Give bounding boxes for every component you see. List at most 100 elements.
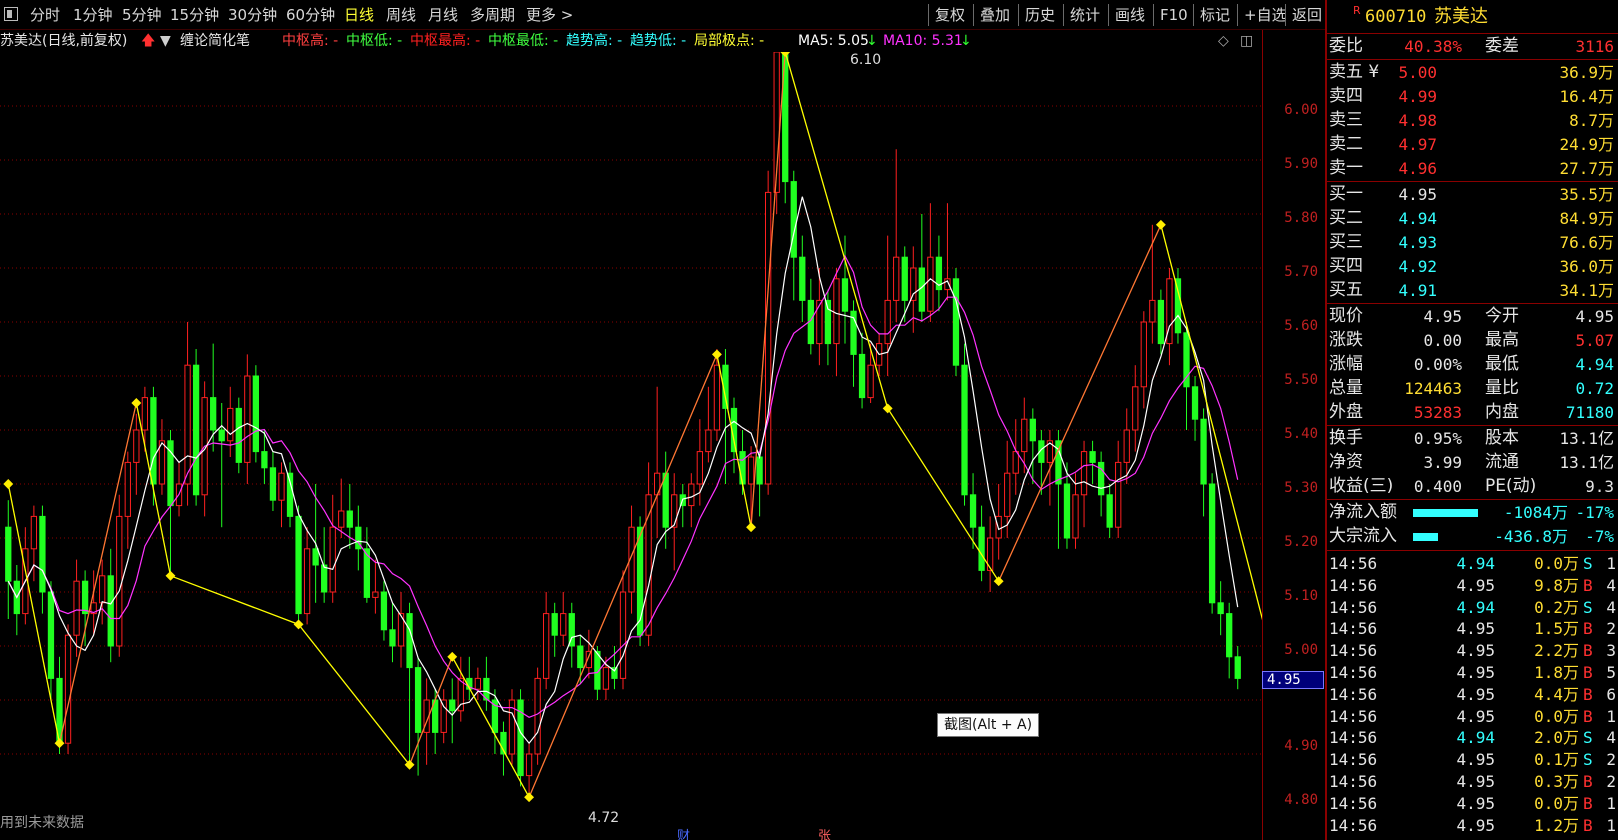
- candle-body: [1132, 386, 1139, 431]
- period-tab-5min[interactable]: 5分钟: [122, 4, 162, 26]
- stat-row: 总量 124463 量比 0.72: [1327, 377, 1618, 400]
- period-tab-30min[interactable]: 30分钟: [228, 4, 277, 26]
- tick-volume: 0.0万: [1534, 554, 1579, 573]
- stat-row: 涨跌 0.00 最高 5.07: [1327, 329, 1618, 352]
- period-tab-weekly[interactable]: 周线: [386, 4, 416, 26]
- tool-mark-button[interactable]: 标记: [1193, 4, 1230, 26]
- period-tab-multi[interactable]: 多周期: [470, 4, 515, 26]
- ask-row[interactable]: 卖四 4.99 16.4万: [1327, 85, 1618, 108]
- tick-row[interactable]: 14:56 4.95 2.2万 B 3: [1327, 640, 1618, 662]
- tool-add-watchlist-button[interactable]: +自选: [1237, 4, 1287, 26]
- candle-series: [5, 52, 1241, 798]
- tick-row[interactable]: 14:56 4.95 1.8万 B 5: [1327, 662, 1618, 684]
- up-arrow-icon[interactable]: 🡅: [141, 32, 155, 50]
- ask-row[interactable]: 卖二 4.97 24.9万: [1327, 133, 1618, 156]
- tick-row[interactable]: 14:56 4.95 0.1万 S 2: [1327, 749, 1618, 771]
- stat-label: 流通: [1485, 452, 1519, 472]
- flow-percent: -17%: [1575, 503, 1614, 522]
- candle-body: [30, 515, 38, 550]
- field-zhongshu-low: 中枢低: -: [346, 33, 403, 49]
- ask-label: 卖一: [1329, 158, 1363, 178]
- period-tab-fenshi[interactable]: 分时: [30, 4, 60, 26]
- financial-event-marker[interactable]: 财: [677, 829, 690, 840]
- kline-chart[interactable]: 6.10 4.72 用到未来数据 财 张: [0, 52, 1262, 840]
- panel-toggle-icon[interactable]: ◫: [1240, 32, 1253, 50]
- stat-label: 最低: [1485, 354, 1519, 374]
- tick-volume: 4.4万: [1534, 684, 1579, 704]
- flow-row: 净流入额 -1084万 -17%: [1327, 501, 1618, 524]
- candle-body: [867, 364, 874, 399]
- period-tab-monthly[interactable]: 月线: [428, 4, 458, 26]
- tick-row[interactable]: 14:56 4.95 4.4万 B 6: [1327, 684, 1618, 706]
- tool-stats-button[interactable]: 统计: [1063, 4, 1100, 26]
- tick-row[interactable]: 14:56 4.94 0.2万 S 4: [1327, 597, 1618, 619]
- bid-row[interactable]: 买四 4.92 36.0万: [1327, 255, 1618, 278]
- period-tab-more[interactable]: 更多 >: [526, 4, 573, 26]
- tick-row[interactable]: 14:56 4.95 0.3万 B 2: [1327, 771, 1618, 793]
- candle-body: [286, 472, 294, 517]
- candle-body: [99, 575, 106, 604]
- diamond-icon[interactable]: ◇: [1218, 32, 1229, 50]
- weicha-label: 委差: [1485, 36, 1519, 56]
- tick-side: B: [1583, 815, 1593, 835]
- ask-price: 4.97: [1398, 135, 1437, 154]
- candle-body: [1063, 483, 1071, 539]
- ask-row[interactable]: 卖一 4.96 27.7万: [1327, 157, 1618, 180]
- bid-row[interactable]: 买二 4.94 84.9万: [1327, 207, 1618, 230]
- stat-value: 9.3: [1585, 477, 1614, 496]
- ask-row[interactable]: 卖五 ¥ 5.00 36.9万: [1327, 61, 1618, 84]
- rise-event-marker[interactable]: 张: [818, 829, 831, 840]
- tick-volume: 2.2万: [1534, 641, 1579, 661]
- candle-body: [321, 564, 328, 593]
- tick-volume: 0.1万: [1534, 750, 1579, 770]
- bid-row[interactable]: 买三 4.93 76.6万: [1327, 231, 1618, 254]
- tool-back-button[interactable]: 返回: [1285, 4, 1322, 26]
- bid-row[interactable]: 买五 4.91 34.1万: [1327, 279, 1618, 302]
- period-tab-daily[interactable]: 日线: [344, 4, 374, 26]
- stat-row: 现价 4.95 今开 4.95: [1327, 305, 1618, 328]
- tick-row[interactable]: 14:56 4.95 0.0万 B 1: [1327, 706, 1618, 728]
- tick-count: 1: [1606, 815, 1616, 835]
- candle-body: [1200, 418, 1207, 485]
- tick-volume: 1.2万: [1534, 815, 1579, 835]
- bid-volume: 35.5万: [1559, 185, 1614, 204]
- indicator-name[interactable]: 缠论简化笔: [180, 32, 250, 50]
- stat-label: 外盘: [1329, 402, 1363, 422]
- tool-overlay-button[interactable]: 叠加: [973, 4, 1010, 26]
- price-axis: 6.00 5.90 5.80 5.70 5.60 5.50 5.40 5.30 …: [1262, 30, 1324, 840]
- period-tab-15min[interactable]: 15分钟: [170, 4, 219, 26]
- tick-row[interactable]: 14:56 4.95 9.8万 B 4: [1327, 575, 1618, 597]
- bid-row[interactable]: 买一 4.95 35.5万: [1327, 183, 1618, 206]
- tool-history-button[interactable]: 历史: [1018, 4, 1055, 26]
- candle-body: [910, 267, 917, 301]
- ask-row[interactable]: 卖三 4.98 8.7万: [1327, 109, 1618, 132]
- extreme-point: [3, 479, 14, 489]
- tick-row[interactable]: 14:56 4.95 1.2万 B 1: [1327, 815, 1618, 837]
- bi-stroke: [716, 354, 752, 528]
- tick-price: 4.95: [1456, 793, 1495, 813]
- ask-label: 卖四: [1329, 86, 1363, 106]
- ask-volume: 8.7万: [1569, 111, 1614, 130]
- candle-body: [534, 677, 541, 755]
- tool-draw-button[interactable]: 画线: [1108, 4, 1145, 26]
- tick-price: 4.94: [1456, 597, 1495, 617]
- ask-label: 卖五 ¥: [1329, 62, 1380, 82]
- candle-body: [1234, 656, 1241, 679]
- tool-fuquan-button[interactable]: 复权: [928, 4, 965, 26]
- window-menu-icon[interactable]: [4, 7, 18, 21]
- tick-row[interactable]: 14:56 4.94 2.0万 S 4: [1327, 727, 1618, 749]
- candle-body: [688, 483, 695, 507]
- candle-body: [184, 364, 191, 485]
- tick-row[interactable]: 14:56 4.95 0.0万 B 1: [1327, 793, 1618, 815]
- tick-row[interactable]: 14:56 4.95 1.5万 B 2: [1327, 618, 1618, 640]
- stat-label: 净资: [1329, 452, 1363, 472]
- period-tab-60min[interactable]: 60分钟: [286, 4, 335, 26]
- tick-row[interactable]: 14:56 4.94 0.0万 S 1: [1327, 553, 1618, 575]
- period-tab-1min[interactable]: 1分钟: [73, 4, 113, 26]
- extreme-point: [993, 576, 1004, 587]
- stat-value: 124463: [1404, 379, 1462, 398]
- chevron-down-icon[interactable]: ▼: [160, 32, 171, 50]
- tool-f10-button[interactable]: F10: [1153, 4, 1188, 26]
- high-price-label: 6.10: [850, 52, 881, 68]
- candle-body: [124, 461, 131, 517]
